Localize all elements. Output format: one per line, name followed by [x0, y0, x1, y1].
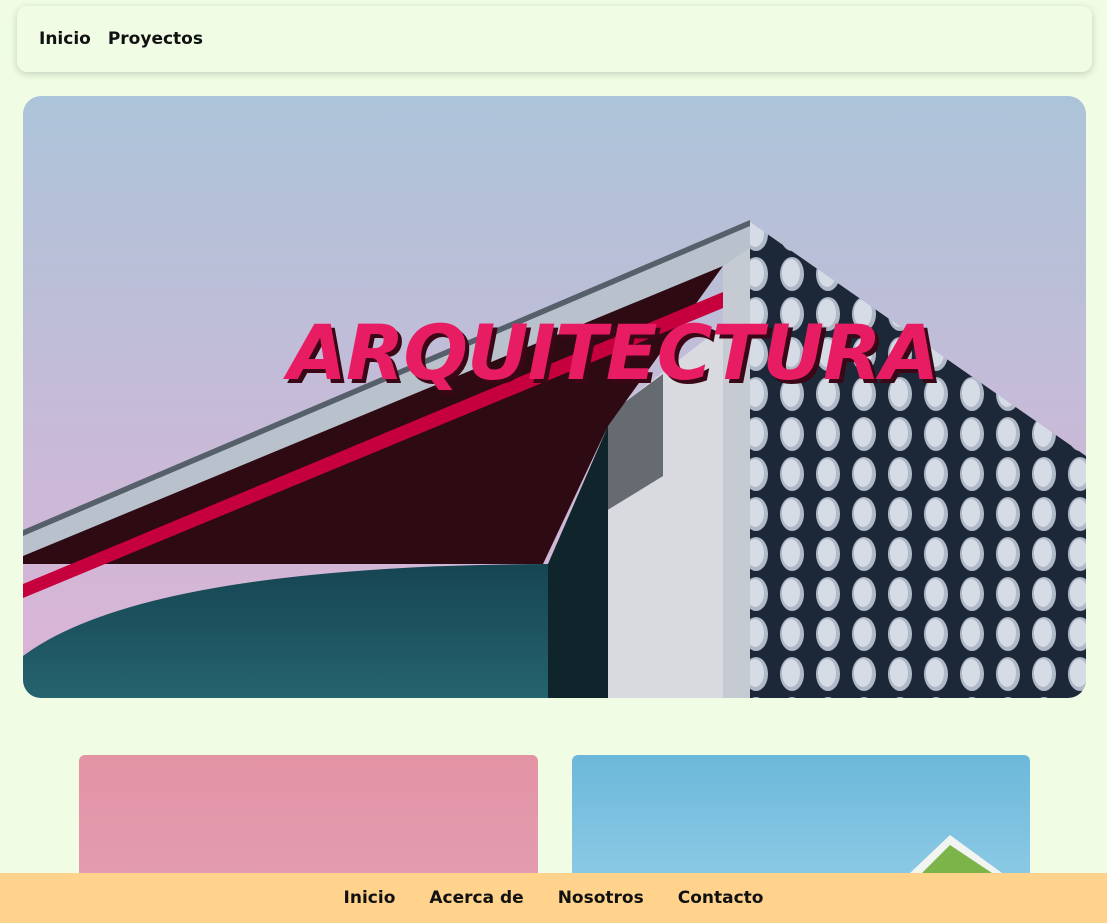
footer-link-acerca-de[interactable]: Acerca de	[429, 888, 523, 908]
footer-link-inicio[interactable]: Inicio	[344, 888, 396, 908]
top-navigation-bar: Inicio Proyectos	[17, 6, 1092, 72]
footer-link-nosotros[interactable]: Nosotros	[558, 888, 644, 908]
nav-link-proyectos[interactable]: Proyectos	[108, 29, 203, 49]
nav-link-inicio[interactable]: Inicio	[39, 29, 91, 49]
footer-link-contacto[interactable]: Contacto	[678, 888, 764, 908]
project-card-pink[interactable]	[79, 755, 538, 873]
hero-building-image	[23, 96, 1086, 698]
card-building-image	[910, 835, 1002, 873]
hero-title: ARQUITECTURA	[288, 308, 939, 397]
footer-navigation-bar: Inicio Acerca de Nosotros Contacto	[0, 873, 1107, 923]
project-card-blue[interactable]	[572, 755, 1030, 873]
hero-banner: ARQUITECTURA	[23, 96, 1086, 698]
